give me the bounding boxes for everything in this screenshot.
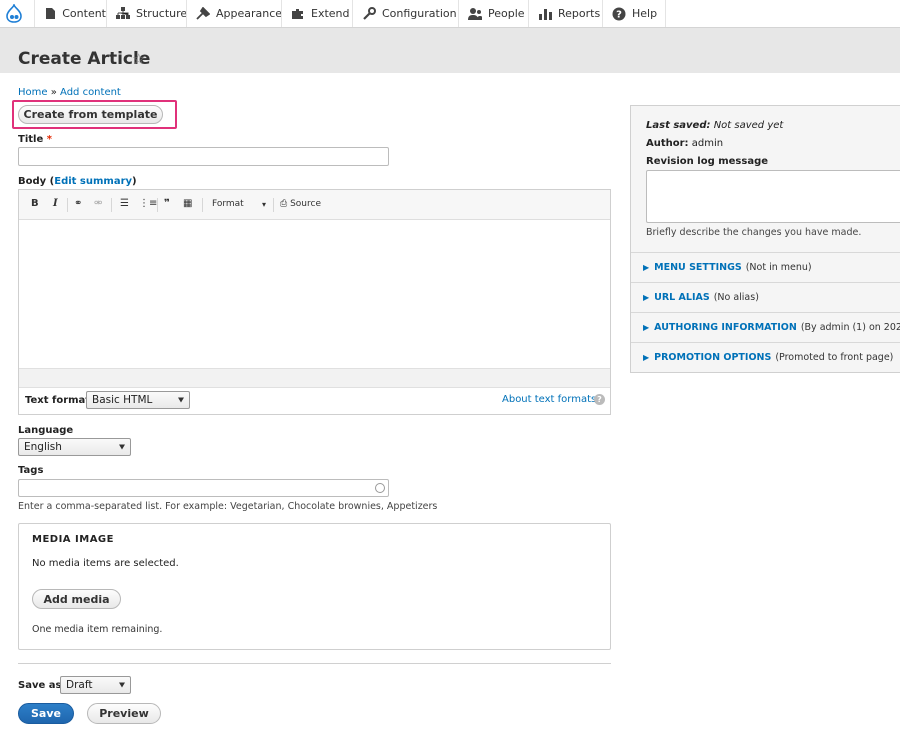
revision-log-textarea[interactable]	[646, 170, 900, 223]
format-dropdown[interactable]: Format	[212, 199, 244, 209]
blockquote-icon[interactable]: ❞	[164, 198, 170, 209]
toolbar-configuration[interactable]: Configuration	[352, 0, 458, 27]
details-promotion-options[interactable]: ▶ PROMOTION OPTIONS (Promoted to front p…	[631, 342, 900, 372]
body-editor: B I ⚭ ⚮ ☰ ⋮≡ ❞ ▦ Format ▾ ⎙ Source Text …	[18, 189, 611, 415]
revision-log-description: Briefly describe the changes you have ma…	[646, 227, 862, 238]
reports-icon	[538, 7, 552, 21]
source-icon: ⎙	[280, 199, 288, 209]
save-as-label: Save as:	[18, 680, 66, 691]
help-icon: ?	[612, 7, 626, 21]
toolbar-content[interactable]: Content	[34, 0, 106, 27]
moderation-state-select[interactable]: Draft	[60, 676, 131, 694]
editor-toolbar: B I ⚭ ⚮ ☰ ⋮≡ ❞ ▦ Format ▾ ⎙ Source	[19, 190, 610, 220]
toolbar-people[interactable]: People	[458, 0, 528, 27]
meta-sidebar: Last saved: Not saved yet Author: admin …	[630, 105, 900, 373]
text-format-label: Text format	[25, 395, 91, 406]
save-button[interactable]: Save	[18, 703, 74, 724]
text-format-row: Text format Basic HTML About text format…	[19, 388, 610, 414]
toolbar-reports[interactable]: Reports	[528, 0, 602, 27]
media-remaining-text: One media item remaining.	[32, 624, 163, 635]
media-empty-text: No media items are selected.	[32, 558, 179, 569]
breadcrumb-add-content-link[interactable]: Add content	[60, 87, 121, 98]
toolbar-appearance[interactable]: Appearance	[186, 0, 282, 27]
toolbar-extend[interactable]: Extend	[281, 0, 352, 27]
about-text-formats-link[interactable]: About text formats	[502, 394, 596, 405]
details-authoring-information[interactable]: ▶ AUTHORING INFORMATION (By admin (1) on…	[631, 312, 900, 342]
breadcrumb: Home » Add content	[18, 87, 121, 98]
format-chevron-down-icon: ▾	[262, 200, 267, 209]
structure-icon	[116, 7, 130, 21]
numbered-list-icon[interactable]: ⋮≡	[139, 198, 157, 209]
title-input[interactable]	[18, 147, 389, 166]
required-marker: *	[46, 134, 52, 145]
extend-icon	[291, 7, 305, 21]
author-info: Author: admin	[646, 138, 724, 149]
page-title: Create Article	[18, 49, 151, 69]
shortcut-star-icon[interactable]: ☆	[132, 50, 145, 68]
svg-text:?: ?	[616, 9, 622, 20]
add-media-button[interactable]: Add media	[32, 589, 121, 609]
revision-log-label: Revision log message	[646, 156, 769, 167]
source-button[interactable]: ⎙ Source	[280, 199, 321, 209]
toolbar-structure[interactable]: Structure	[106, 0, 187, 27]
details-url-alias[interactable]: ▶ URL ALIAS (No alias)	[631, 282, 900, 312]
divider	[18, 663, 611, 664]
unlink-icon[interactable]: ⚮	[94, 198, 102, 209]
create-from-template-button[interactable]: Create from template	[18, 105, 163, 124]
configuration-icon	[362, 7, 376, 21]
title-label: Title *	[18, 134, 52, 145]
image-icon[interactable]: ▦	[183, 198, 192, 209]
breadcrumb-home-link[interactable]: Home	[18, 87, 48, 98]
language-label: Language	[18, 425, 74, 436]
autocomplete-icon	[375, 483, 385, 493]
triangle-right-icon: ▶	[643, 263, 650, 272]
italic-icon[interactable]: I	[53, 198, 58, 209]
triangle-right-icon: ▶	[643, 353, 650, 362]
media-image-fieldset: MEDIA IMAGE No media items are selected.…	[18, 523, 611, 650]
chevron-down-icon	[119, 682, 125, 688]
content-icon	[44, 7, 56, 21]
toolbar-help[interactable]: ? Help	[602, 0, 666, 27]
text-format-select[interactable]: Basic HTML	[86, 391, 190, 409]
drupal-logo-icon[interactable]	[0, 0, 28, 27]
triangle-right-icon: ▶	[643, 293, 650, 302]
tags-label: Tags	[18, 465, 44, 476]
preview-button[interactable]: Preview	[87, 703, 161, 724]
admin-toolbar: Content Structure Appearance Extend Conf…	[0, 0, 900, 28]
tags-description: Enter a comma-separated list. For exampl…	[18, 501, 438, 512]
people-icon	[468, 7, 482, 21]
appearance-icon	[196, 7, 210, 21]
editor-status-bar	[19, 368, 610, 388]
media-legend: MEDIA IMAGE	[32, 534, 114, 545]
body-textarea[interactable]	[19, 221, 610, 368]
bulleted-list-icon[interactable]: ☰	[120, 198, 129, 209]
body-label: Body (Edit summary)	[18, 176, 137, 187]
chevron-down-icon	[178, 397, 184, 403]
edit-summary-link[interactable]: Edit summary	[54, 176, 132, 187]
tags-input[interactable]	[18, 479, 389, 497]
chevron-down-icon	[119, 444, 125, 450]
help-icon[interactable]: ?	[594, 394, 605, 405]
link-icon[interactable]: ⚭	[74, 198, 82, 209]
details-menu-settings[interactable]: ▶ MENU SETTINGS (Not in menu)	[631, 252, 900, 282]
triangle-right-icon: ▶	[643, 323, 650, 332]
last-saved: Last saved: Not saved yet	[646, 120, 784, 131]
language-select[interactable]: English	[18, 438, 131, 456]
bold-icon[interactable]: B	[31, 198, 39, 209]
